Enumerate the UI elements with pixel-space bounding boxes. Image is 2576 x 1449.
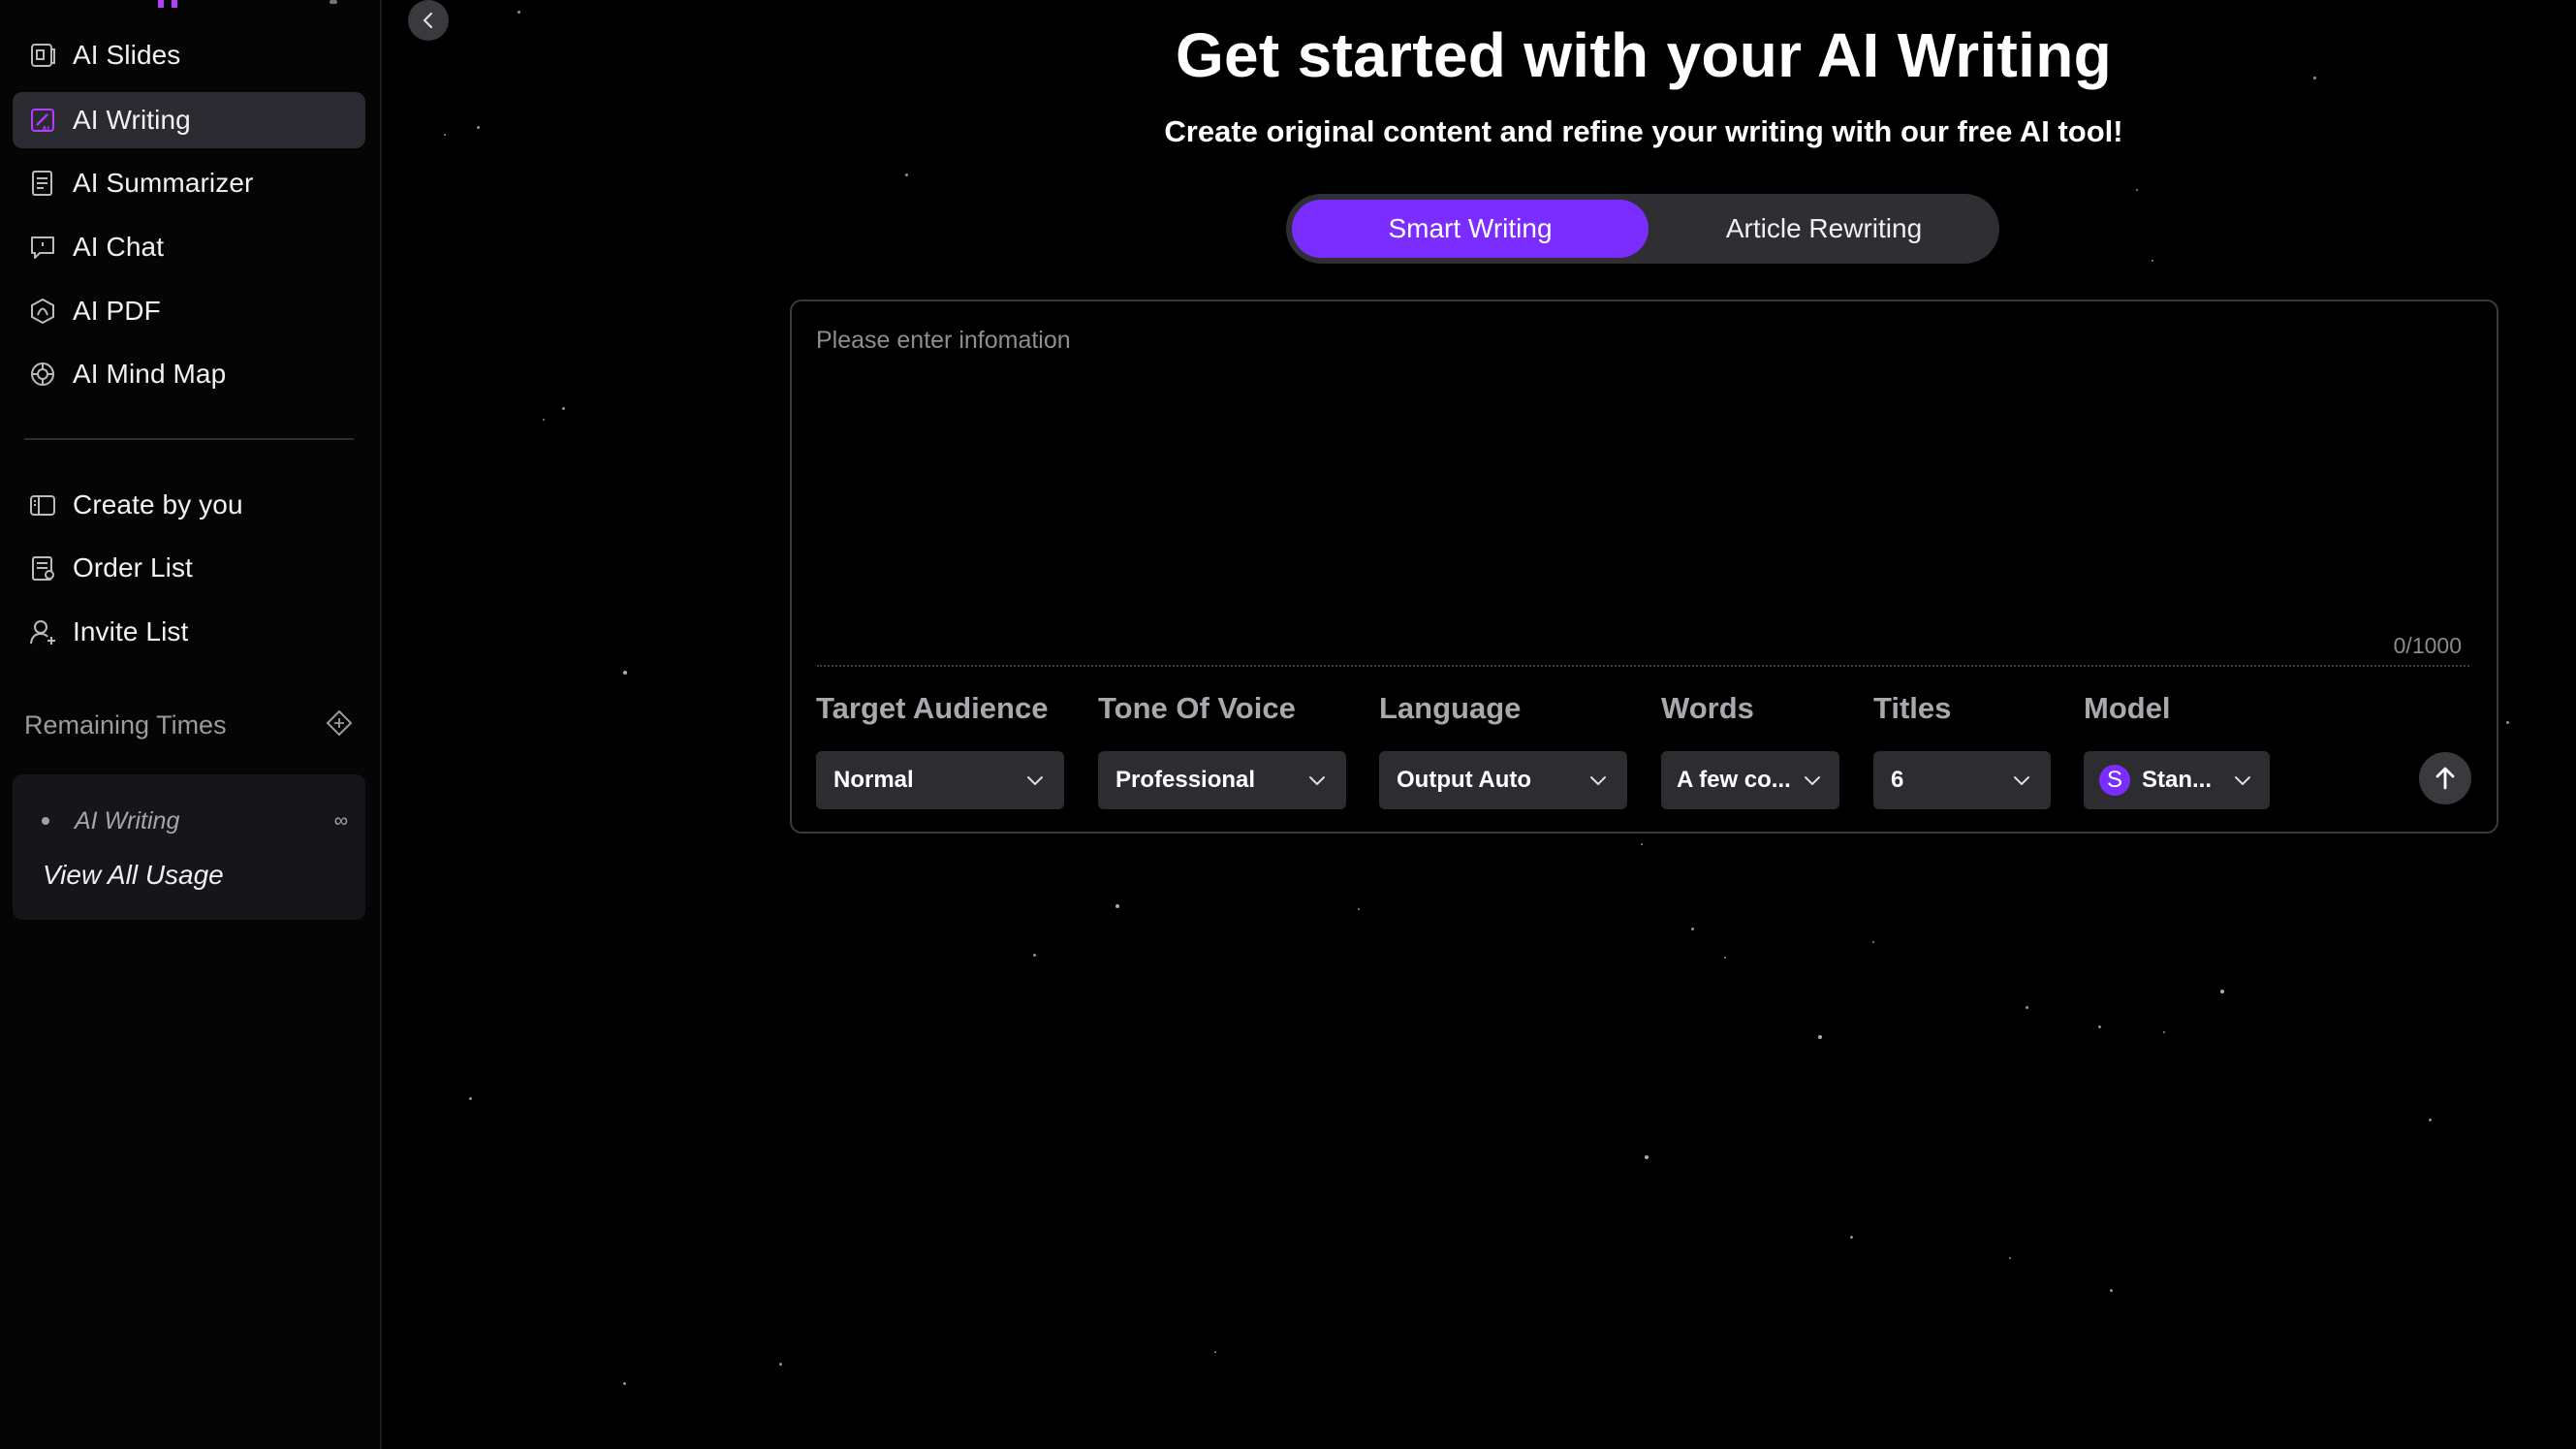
sidebar-item-label: AI Mind Map <box>73 359 227 389</box>
remaining-times-label: Remaining Times <box>24 709 227 740</box>
usage-quota: ∞ <box>333 809 348 832</box>
titles-value: 6 <box>1891 767 1904 793</box>
tone-value: Professional <box>1115 767 1256 793</box>
writing-icon: AI <box>28 106 57 135</box>
sidebar-item-label: AI Writing <box>73 105 191 135</box>
language-label: Language <box>1379 691 1522 725</box>
arrow-up-icon <box>2435 767 2455 790</box>
language-select[interactable]: Output Auto <box>1379 751 1627 809</box>
decorative-dot <box>330 0 337 4</box>
sidebar: AI Slides AI AI Writing AI Summarizer AI… <box>0 0 382 1449</box>
sidebar-item-label: AI Slides <box>73 40 181 70</box>
create-icon <box>28 490 57 520</box>
character-counter: 0/1000 <box>2393 633 2462 658</box>
model-icon: S <box>2099 765 2130 796</box>
target-audience-select[interactable]: Normal <box>816 751 1064 809</box>
submit-button[interactable] <box>2419 752 2471 804</box>
usage-card: AI Writing ∞ View All Usage <box>13 774 365 920</box>
prompt-input[interactable] <box>816 327 2367 656</box>
language-value: Output Auto <box>1397 767 1532 793</box>
titles-label: Titles <box>1873 691 1952 725</box>
tab-smart-writing[interactable]: Smart Writing <box>1292 200 1649 258</box>
chevron-down-icon <box>2010 769 2033 792</box>
sidebar-item-label: Order List <box>73 552 193 583</box>
sidebar-item-label: Invite List <box>73 616 189 646</box>
pdf-icon <box>28 297 57 326</box>
mind-map-icon <box>28 360 57 389</box>
order-list-icon <box>28 553 57 583</box>
tone-label: Tone Of Voice <box>1098 691 1296 725</box>
page-title: Get started with your AI Writing <box>1175 20 2113 90</box>
target-audience-value: Normal <box>833 767 914 793</box>
sidebar-item-ai-summarizer[interactable]: AI Summarizer <box>13 155 365 211</box>
svg-text:AI: AI <box>42 125 49 134</box>
usage-row: AI Writing ∞ <box>42 805 352 836</box>
chevron-down-icon <box>2231 769 2254 792</box>
chat-icon <box>28 233 57 262</box>
chevron-down-icon <box>1586 769 1610 792</box>
sidebar-item-label: AI PDF <box>73 296 161 326</box>
writing-editor: 0/1000 Target Audience Normal Tone Of Vo… <box>790 299 2498 834</box>
words-label: Words <box>1661 691 1754 725</box>
bullet-icon <box>42 817 49 825</box>
model-value: Stan... <box>2142 767 2213 793</box>
sidebar-divider <box>24 438 354 440</box>
tone-select[interactable]: Professional <box>1098 751 1346 809</box>
invite-icon <box>28 617 57 646</box>
sidebar-item-ai-writing[interactable]: AI AI Writing <box>13 92 365 148</box>
target-audience-label: Target Audience <box>816 691 1049 725</box>
chevron-down-icon <box>1801 769 1824 792</box>
sidebar-item-ai-slides[interactable]: AI Slides <box>13 27 365 83</box>
remaining-times-header: Remaining Times <box>24 706 354 744</box>
chevron-left-icon <box>423 12 433 29</box>
mode-toggle: Smart Writing Article Rewriting <box>1286 194 1999 264</box>
sidebar-item-ai-pdf[interactable]: AI PDF <box>13 283 365 339</box>
sidebar-item-ai-chat[interactable]: AI Chat <box>13 219 365 275</box>
sidebar-item-ai-mind-map[interactable]: AI Mind Map <box>13 346 365 402</box>
editor-divider <box>817 665 2469 667</box>
sidebar-item-label: AI Chat <box>73 232 165 262</box>
sidebar-item-invite-list[interactable]: Invite List <box>13 604 365 660</box>
chevron-down-icon <box>1023 769 1047 792</box>
tab-article-rewriting[interactable]: Article Rewriting <box>1654 200 1994 258</box>
sidebar-item-create-by-you[interactable]: Create by you <box>13 477 365 533</box>
sidebar-item-order-list[interactable]: Order List <box>13 540 365 596</box>
model-label: Model <box>2084 691 2171 725</box>
titles-select[interactable]: 6 <box>1873 751 2051 809</box>
sidebar-item-label: Create by you <box>73 489 243 520</box>
slides-icon <box>28 41 57 70</box>
usage-item-name: AI Writing <box>75 806 180 835</box>
logo <box>155 0 213 8</box>
view-all-usage-link[interactable]: View All Usage <box>43 860 224 891</box>
words-value: A few co... <box>1677 767 1791 793</box>
words-select[interactable]: A few co... <box>1661 751 1839 809</box>
model-select[interactable]: S Stan... <box>2084 751 2270 809</box>
page-subtitle: Create original content and refine your … <box>1164 114 2123 148</box>
chevron-down-icon <box>1305 769 1329 792</box>
summarizer-icon <box>28 169 57 198</box>
sidebar-item-label: AI Summarizer <box>73 168 254 198</box>
diamond-icon[interactable] <box>325 709 354 742</box>
collapse-sidebar-button[interactable] <box>408 0 449 41</box>
